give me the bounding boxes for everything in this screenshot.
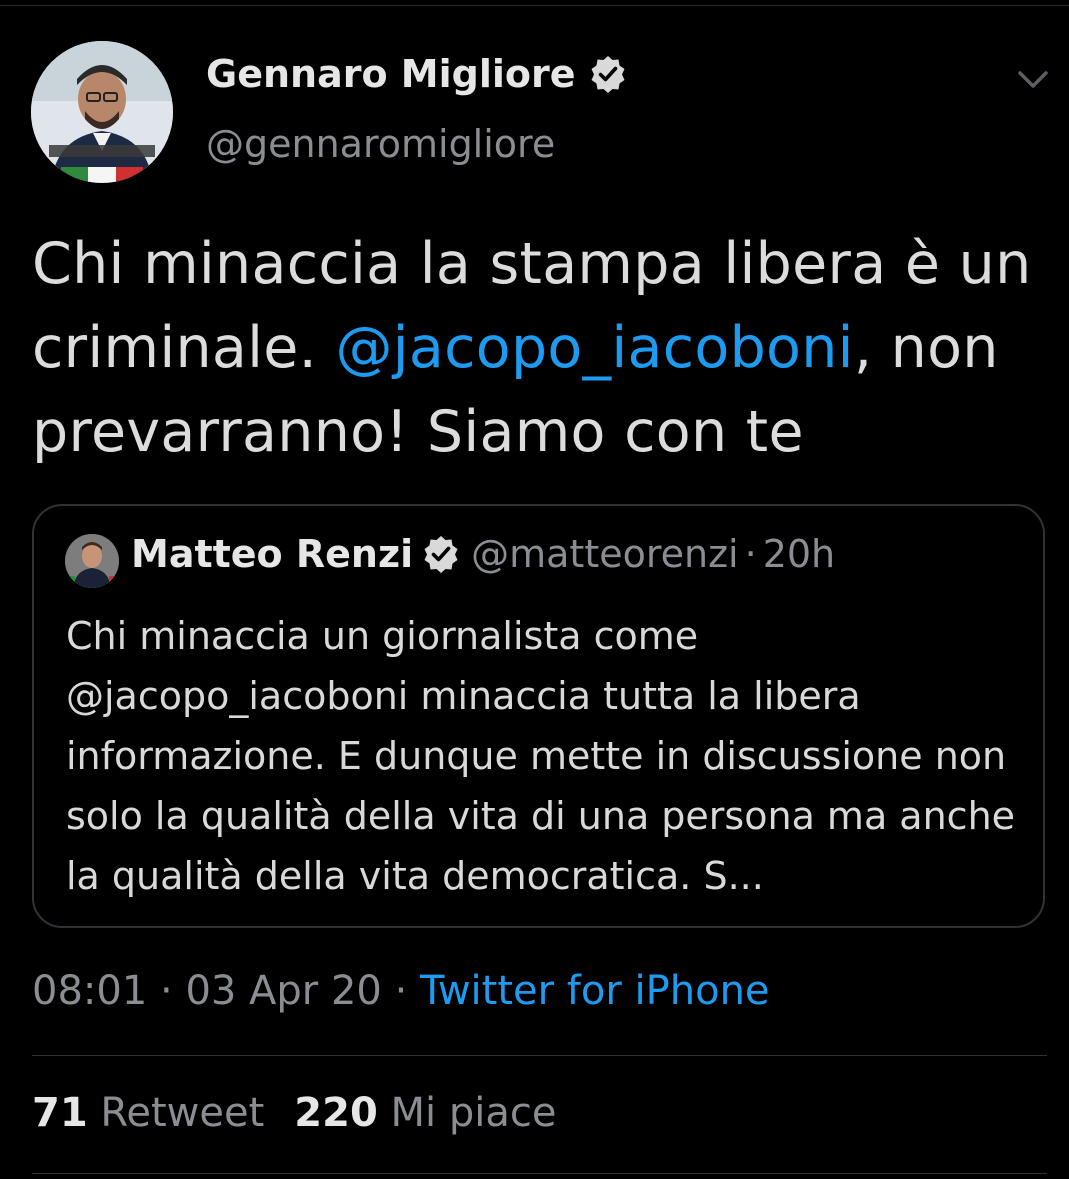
- separator-dot: ·: [394, 968, 408, 1014]
- tweet-time: 08:01: [32, 968, 148, 1014]
- tweet-meta: 08:01 · 03 Apr 20 · Twitter for iPhone: [32, 968, 770, 1014]
- chevron-down-icon[interactable]: [1016, 64, 1050, 94]
- author-name-row[interactable]: Gennaro Migliore: [206, 52, 628, 96]
- verified-badge-icon: [421, 534, 461, 574]
- author-handle[interactable]: @gennaromigliore: [206, 122, 555, 166]
- tweet-source-link[interactable]: Twitter for iPhone: [420, 968, 770, 1014]
- top-divider: [0, 5, 1069, 6]
- quoted-age: 20h: [762, 532, 836, 576]
- like-stat[interactable]: 220 Mi piace: [294, 1090, 556, 1136]
- retweet-stat[interactable]: 71 Retweet: [32, 1090, 264, 1136]
- retweet-count: 71: [32, 1090, 88, 1136]
- quoted-author-name: Matteo Renzi: [131, 532, 414, 576]
- quoted-header: Matteo Renzi @matteorenzi · 20h: [131, 532, 835, 576]
- divider: [32, 1173, 1047, 1174]
- tweet-date: 03 Apr 20: [185, 968, 382, 1014]
- tweet-stats: 71 Retweet 220 Mi piace: [32, 1090, 556, 1136]
- mention-link[interactable]: @jacopo_iacoboni: [335, 315, 853, 381]
- separator-dot: ·: [744, 532, 757, 576]
- tweet-text: Chi minaccia la stampa libera è un crimi…: [32, 222, 1042, 474]
- divider: [32, 1055, 1047, 1056]
- quoted-tweet-card[interactable]: Matteo Renzi @matteorenzi · 20h Chi mina…: [32, 504, 1045, 928]
- quoted-author-handle: @matteorenzi: [471, 532, 739, 576]
- author-avatar[interactable]: [31, 41, 173, 183]
- verified-badge-icon: [588, 54, 628, 94]
- separator-dot: ·: [160, 968, 173, 1014]
- like-count: 220: [294, 1090, 378, 1136]
- quoted-tweet-text: Chi minaccia un giornalista come @jacopo…: [66, 614, 1016, 898]
- author-name[interactable]: Gennaro Migliore: [206, 52, 576, 96]
- quoted-author-avatar: [65, 534, 119, 588]
- like-label: Mi piace: [390, 1090, 557, 1136]
- retweet-label: Retweet: [100, 1090, 265, 1136]
